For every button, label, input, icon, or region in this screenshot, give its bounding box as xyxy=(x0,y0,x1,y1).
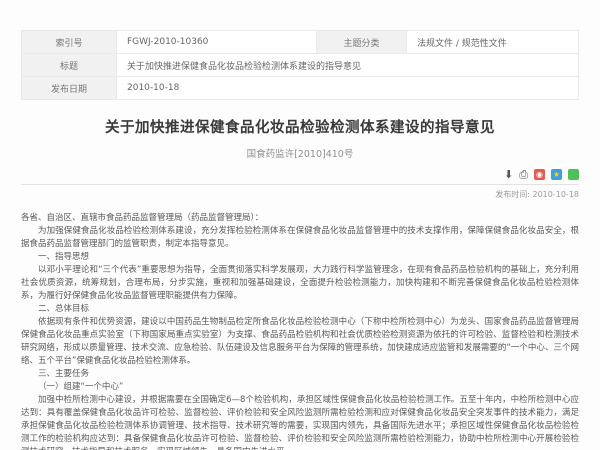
download-icon[interactable]: ⬇ xyxy=(504,169,513,180)
divider xyxy=(21,184,579,185)
wechat-share-icon[interactable] xyxy=(568,169,579,180)
paragraph: 为加强保健食品化妆品检验检测体系建设，充分发挥检验检测体系在保健食品化妆品监督管… xyxy=(21,225,579,251)
page-title: 关于加快推进保健食品化妆品检验检测体系建设的指导意见 xyxy=(21,116,579,137)
document-body: 各省、自治区、直辖市食品药品监督管理局（药品监督管理局）： 为加强保健食品化妆品… xyxy=(21,212,579,450)
print-icon[interactable]: ⎙ xyxy=(519,169,528,180)
meta-value-title: 关于加快推进保健食品化妆品检验检测体系建设的指导意见 xyxy=(117,54,579,77)
meta-value-publish-date: 2010-10-18 xyxy=(117,77,579,100)
meta-value-index-number: FGWJ-2010-10360 xyxy=(117,31,317,54)
meta-label-publish-date: 发布日期 xyxy=(22,77,117,100)
sub-section-heading: （一）组建“一个中心” xyxy=(21,381,579,394)
section-heading: 三、主要任务 xyxy=(21,368,579,381)
publish-time-label: 发布时间: xyxy=(495,190,530,199)
table-row: 发布日期 2010-10-18 xyxy=(22,77,579,100)
paragraph: 以邓小平理论和“三个代表”重要思想为指导，全面贯彻落实科学发展观，大力践行科学监… xyxy=(21,264,579,303)
table-row: 索引号 FGWJ-2010-10360 主题分类 法规文件 / 规范性文件 xyxy=(22,31,579,54)
weibo-share-icon[interactable]: ◉ xyxy=(534,169,545,180)
meta-label-title: 标题 xyxy=(22,54,117,77)
meta-label-topic-category: 主题分类 xyxy=(317,31,407,54)
table-row: 标题 关于加快推进保健食品化妆品检验检测体系建设的指导意见 xyxy=(22,54,579,77)
paragraph: 加强中检所检测中心建设，并根据需要在全国确定6—8个检验机构，承担区域性保健食品… xyxy=(21,394,579,450)
document-number: 国食药监许[2010]410号 xyxy=(21,146,579,160)
publish-time-value: 2010-10-18 xyxy=(533,190,580,199)
toolbar: ⬇ ⎙ ◉ ★ xyxy=(21,168,579,181)
meta-label-index-number: 索引号 xyxy=(22,31,117,54)
paragraph: 依据现有条件和优势资源，建设以中国药品生物制品检定所食品化妆品检验检测中心（下称… xyxy=(21,316,579,368)
salutation: 各省、自治区、直辖市食品药品监督管理局（药品监督管理局）： xyxy=(21,212,579,225)
meta-value-topic-category: 法规文件 / 规范性文件 xyxy=(407,31,579,54)
qzone-share-icon[interactable]: ★ xyxy=(551,169,562,180)
publish-time: 发布时间: 2010-10-18 xyxy=(21,189,579,200)
document-meta-table: 索引号 FGWJ-2010-10360 主题分类 法规文件 / 规范性文件 标题… xyxy=(21,30,579,100)
section-heading: 二、总体目标 xyxy=(21,303,579,316)
document-page: 索引号 FGWJ-2010-10360 主题分类 法规文件 / 规范性文件 标题… xyxy=(0,0,600,450)
section-heading: 一、指导思想 xyxy=(21,251,579,264)
